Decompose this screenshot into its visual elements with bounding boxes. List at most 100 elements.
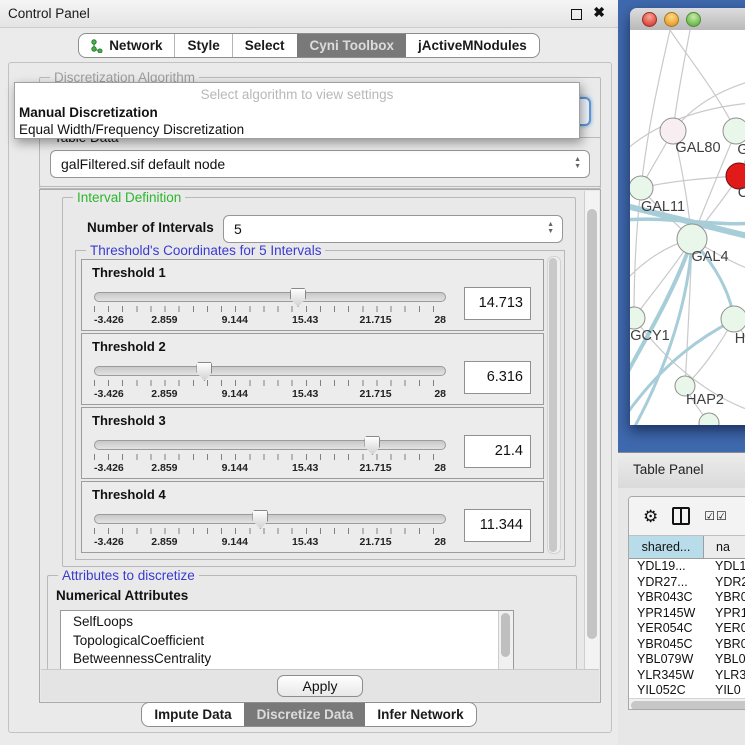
select-columns-icon[interactable]: ☑☑ <box>704 509 728 523</box>
threshold-4-slider[interactable]: -3.426 2.859 9.144 15.43 21.715 28 <box>94 514 446 548</box>
cell-name[interactable]: YPR1 <box>703 606 745 622</box>
threshold-1-slider[interactable]: -3.426 2.859 9.144 15.43 21.715 28 <box>94 292 446 326</box>
cell-shared-name[interactable]: YDR27... <box>629 575 703 591</box>
threshold-1-panel: Threshold 1 -3.426 2.859 9.144 15.43 21.… <box>81 259 544 331</box>
attributes-list-scrollbar[interactable] <box>498 611 513 669</box>
table-row[interactable]: YBR043CYBR0 <box>629 590 745 606</box>
tab-style[interactable]: Style <box>174 34 231 57</box>
split-columns-icon[interactable] <box>672 507 690 525</box>
network-view-window[interactable]: GAL80GCGAL11GAL4GCY1HHAP2 <box>630 8 745 425</box>
cell-shared-name[interactable]: YBR045C <box>629 637 703 653</box>
list-item[interactable]: BetweennessCentrality <box>73 650 513 669</box>
table-row[interactable]: YBR045CYBR0 <box>629 637 745 653</box>
column-header-shared-name[interactable]: shared... <box>629 536 704 558</box>
slider-thumb[interactable] <box>252 510 268 529</box>
tab-infer-network[interactable]: Infer Network <box>365 703 475 726</box>
table-row[interactable]: YPR145WYPR1 <box>629 606 745 622</box>
cell-name[interactable]: YBL0 <box>703 652 745 668</box>
tab-jactivemnodules[interactable]: jActiveMNodules <box>406 34 539 57</box>
threshold-3-slider[interactable]: -3.426 2.859 9.144 15.43 21.715 28 <box>94 440 446 474</box>
close-icon[interactable]: ✖ <box>593 5 605 19</box>
cell-name[interactable]: YLR3 <box>703 668 745 684</box>
tab-impute-data[interactable]: Impute Data <box>142 703 243 726</box>
threshold-3-label: Threshold 3 <box>92 413 166 428</box>
scrollbar-thumb[interactable] <box>587 209 597 639</box>
threshold-2-slider[interactable]: -3.426 2.859 9.144 15.43 21.715 28 <box>94 366 446 400</box>
dropdown-option-equal-width-frequency[interactable]: Equal Width/Frequency Discretization <box>15 121 579 138</box>
list-item[interactable]: SelfLoops <box>73 613 513 632</box>
combobox-stepper-icon[interactable]: ▲▼ <box>574 156 581 170</box>
slider-thumb[interactable] <box>364 436 380 455</box>
slider-thumb[interactable] <box>196 362 212 381</box>
close-traffic-light-icon[interactable] <box>642 12 657 27</box>
cell-shared-name[interactable]: YIL052C <box>629 683 703 698</box>
tab-select[interactable]: Select <box>232 34 297 57</box>
cell-name[interactable]: YBR0 <box>703 637 745 653</box>
cell-name[interactable]: YBR0 <box>703 590 745 606</box>
scrollbar-thumb[interactable] <box>501 613 510 657</box>
table-row[interactable]: YBL079WYBL0 <box>629 652 745 668</box>
network-window-titlebar[interactable] <box>630 8 745 31</box>
cell-shared-name[interactable]: YBR043C <box>629 590 703 606</box>
cell-shared-name[interactable]: YER054C <box>629 621 703 637</box>
scrollbar-thumb[interactable] <box>631 701 745 710</box>
list-item[interactable]: TopologicalCoefficient <box>73 632 513 651</box>
tick-label: 9.144 <box>222 462 248 474</box>
control-panel-titlebar: Control Panel ✖ <box>0 0 618 28</box>
threshold-2-value-field[interactable]: 6.316 <box>464 361 531 394</box>
network-node-label-gal80: GAL80 <box>675 140 720 156</box>
tab-select-label: Select <box>245 38 285 53</box>
dropdown-placeholder-option[interactable]: Select algorithm to view settings <box>15 83 579 104</box>
interval-definition-group-title: Interval Definition <box>73 191 185 205</box>
tab-network[interactable]: Network <box>79 34 174 57</box>
threshold-3-panel: Threshold 3 -3.426 2.859 9.144 15.43 21.… <box>81 407 544 479</box>
cell-shared-name[interactable]: YBL079W <box>629 652 703 668</box>
cell-shared-name[interactable]: YLR345W <box>629 668 703 684</box>
node-table: ⚙ ☑☑ shared... na YDL19...YDL1 YDR27...Y… <box>628 496 745 710</box>
tick-label: -3.426 <box>94 388 124 400</box>
tab-discretize-data[interactable]: Discretize Data <box>244 703 366 726</box>
threshold-3-value-field[interactable]: 21.4 <box>464 435 531 468</box>
gear-icon[interactable]: ⚙ <box>643 508 658 525</box>
cell-shared-name[interactable]: YDL19... <box>629 559 703 575</box>
numerical-attributes-list[interactable]: SelfLoops TopologicalCoefficient Between… <box>60 610 514 669</box>
network-desktop-area: GAL80GCGAL11GAL4GCY1HHAP2 <box>618 0 745 452</box>
table-row[interactable]: YER054CYER0 <box>629 621 745 637</box>
tab-cyni-toolbox[interactable]: Cyni Toolbox <box>297 34 407 57</box>
scrollbar-thumb[interactable] <box>549 258 557 552</box>
number-of-intervals-spinner[interactable]: 5 ▲▼ <box>223 215 563 243</box>
cell-name[interactable]: YDL1 <box>703 559 745 575</box>
tick-label: 28 <box>434 462 446 474</box>
table-row[interactable]: YDL19...YDL1 <box>629 559 745 575</box>
cell-name[interactable]: YER0 <box>703 621 745 637</box>
cell-name[interactable]: YDR2 <box>703 575 745 591</box>
network-node-gcy1[interactable] <box>630 307 645 329</box>
table-data-combobox[interactable]: galFiltered.sif default node ▲▼ <box>50 150 590 178</box>
apply-button[interactable]: Apply <box>277 675 362 697</box>
zoom-traffic-light-icon[interactable] <box>686 12 701 27</box>
threshold-4-value-field[interactable]: 11.344 <box>464 509 531 542</box>
network-node-label-red: C <box>738 185 745 201</box>
thresholds-scrollbar[interactable] <box>547 256 561 554</box>
spinner-stepper-icon[interactable]: ▲▼ <box>547 221 554 235</box>
threshold-1-value-field[interactable]: 14.713 <box>464 287 531 320</box>
network-node-g-cut[interactable] <box>723 118 745 144</box>
network-canvas[interactable]: GAL80GCGAL11GAL4GCY1HHAP2 <box>630 30 745 425</box>
table-row[interactable]: YDR27...YDR2 <box>629 575 745 591</box>
minimize-traffic-light-icon[interactable] <box>664 12 679 27</box>
table-horizontal-scrollbar[interactable] <box>629 698 745 710</box>
cell-shared-name[interactable]: YPR145W <box>629 606 703 622</box>
cell-name[interactable]: YIL0 <box>703 683 741 698</box>
float-window-icon[interactable] <box>571 9 582 20</box>
settings-panel-scrollbar[interactable] <box>584 191 599 669</box>
network-graph[interactable]: GAL80GCGAL11GAL4GCY1HHAP2 <box>630 30 745 425</box>
table-row[interactable]: YIL052CYIL0 <box>629 683 745 698</box>
slider-thumb[interactable] <box>290 288 306 307</box>
network-node-gal11[interactable] <box>630 176 653 200</box>
dropdown-option-manual-discretization[interactable]: Manual Discretization <box>15 104 579 121</box>
network-node-label-hap2: HAP2 <box>686 392 724 408</box>
network-node-h-cut[interactable] <box>721 306 745 332</box>
network-node-bottom[interactable] <box>699 413 719 425</box>
table-row[interactable]: YLR345WYLR3 <box>629 668 745 684</box>
column-header-name[interactable]: na <box>704 536 745 558</box>
